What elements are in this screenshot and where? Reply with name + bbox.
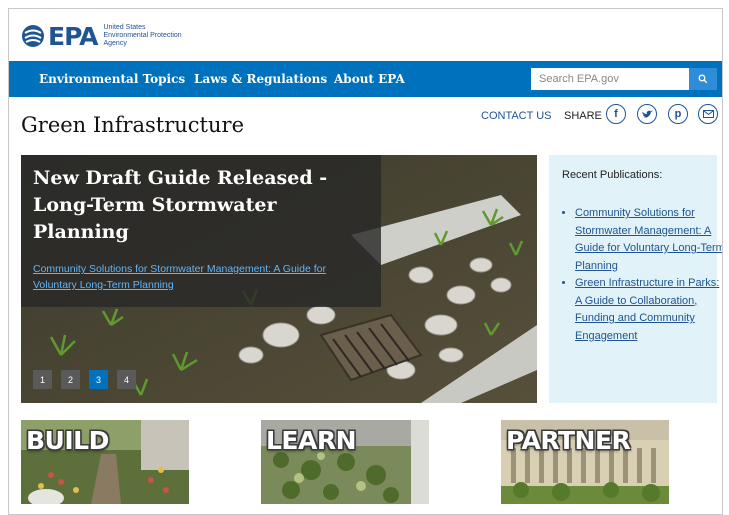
carousel-page-4[interactable]: 4 [117, 370, 136, 389]
logo-text: EPA [48, 21, 98, 51]
page-title: Green Infrastructure [21, 113, 244, 137]
search-button[interactable] [689, 68, 717, 90]
publication-link[interactable]: Green Infrastructure in Parks: A Guide t… [575, 277, 719, 342]
build-tile-label: BUILD [26, 426, 109, 455]
carousel-link[interactable]: Community Solutions for Stormwater Manag… [33, 261, 363, 293]
partner-tile[interactable]: PARTNER [501, 420, 669, 504]
agency-line: United States [103, 24, 146, 31]
search-icon [698, 74, 708, 84]
list-item: Community Solutions for Stormwater Manag… [575, 205, 722, 275]
carousel-caption: New Draft Guide Released - Long-Term Sto… [21, 155, 381, 307]
nav-environmental-topics[interactable]: Environmental Topics [39, 61, 185, 97]
agency-name: United States Environmental Protection A… [103, 24, 193, 48]
learn-tile[interactable]: LEARN [261, 420, 429, 504]
recent-publications-panel: Recent Publications: Community Solutions… [549, 155, 722, 403]
carousel-page-3[interactable]: 3 [89, 370, 108, 389]
email-icon[interactable] [698, 104, 718, 124]
share-label: SHARE [564, 110, 602, 122]
build-tile[interactable]: BUILD [21, 420, 189, 504]
nav-about-epa[interactable]: About EPA [334, 61, 405, 97]
epa-flower-icon [21, 24, 45, 48]
carousel-page-1[interactable]: 1 [33, 370, 52, 389]
agency-line: Agency [103, 40, 127, 47]
facebook-icon[interactable]: f [606, 104, 626, 124]
agency-line: Environmental Protection [103, 32, 182, 39]
main-nav: Environmental Topics Laws & Regulations … [9, 61, 722, 97]
carousel-title: New Draft Guide Released - Long-Term Sto… [33, 167, 328, 243]
twitter-icon[interactable] [637, 104, 657, 124]
epa-logo[interactable]: EPA United States Environmental Protecti… [21, 21, 193, 51]
search-input[interactable] [531, 68, 689, 90]
partner-tile-label: PARTNER [506, 426, 631, 455]
recent-publications-title: Recent Publications: [562, 169, 663, 181]
learn-tile-label: LEARN [266, 426, 357, 455]
carousel-page-2[interactable]: 2 [61, 370, 80, 389]
hero-carousel[interactable]: New Draft Guide Released - Long-Term Sto… [21, 155, 537, 403]
publications-list: Community Solutions for Stormwater Manag… [561, 205, 722, 345]
nav-laws-regulations[interactable]: Laws & Regulations [194, 61, 327, 97]
contact-us-link[interactable]: CONTACT US [481, 110, 552, 122]
publication-link[interactable]: Community Solutions for Stormwater Manag… [575, 207, 722, 272]
pinterest-icon[interactable]: p [668, 104, 688, 124]
list-item: Green Infrastructure in Parks: A Guide t… [575, 275, 722, 345]
page-frame: EPA United States Environmental Protecti… [8, 8, 723, 515]
